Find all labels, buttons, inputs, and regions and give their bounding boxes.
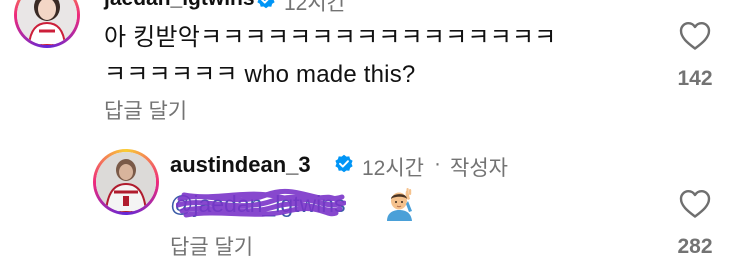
avatar[interactable] xyxy=(14,0,80,48)
heart-icon[interactable] xyxy=(679,21,711,51)
verified-badge-icon xyxy=(335,154,353,173)
avatar-photo xyxy=(96,152,156,212)
comment-username[interactable]: jaedan_lgtwins xyxy=(104,0,255,11)
comment-username[interactable]: austindean_3 xyxy=(170,152,311,178)
avatar[interactable] xyxy=(93,149,159,215)
heart-icon[interactable] xyxy=(679,189,711,219)
comment-1: jaedan_lgtwins 12시간 아 킹받악ㅋㅋㅋㅋㅋㅋㅋㅋㅋㅋㅋㅋㅋㅋㅋ… xyxy=(0,0,750,130)
comment-2-reply: austindean_3 12시간 · 작성자 @jaedan_lgtwins … xyxy=(0,130,750,277)
comment-text-line-2: ㅋㅋㅋㅋㅋㅋ who made this? xyxy=(104,61,416,88)
comment-text-line-1: 아 킹받악ㅋㅋㅋㅋㅋㅋㅋㅋㅋㅋㅋㅋㅋㅋㅋㅋ xyxy=(104,24,557,51)
comment-time: 12시간 xyxy=(362,157,424,180)
reply-button[interactable]: 답글 달기 xyxy=(104,95,187,125)
verified-badge-icon xyxy=(257,0,275,9)
like-count: 282 xyxy=(677,235,713,258)
author-label: 작성자 xyxy=(450,157,508,180)
reply-button[interactable]: 답글 달기 xyxy=(170,231,253,261)
comment-time: 12시간 xyxy=(284,0,346,15)
like-count: 142 xyxy=(677,67,713,90)
avatar-photo xyxy=(17,0,77,45)
meta-separator: · xyxy=(434,152,441,175)
scribble-redaction xyxy=(176,188,346,218)
person-raising-hand-emoji xyxy=(387,188,412,221)
